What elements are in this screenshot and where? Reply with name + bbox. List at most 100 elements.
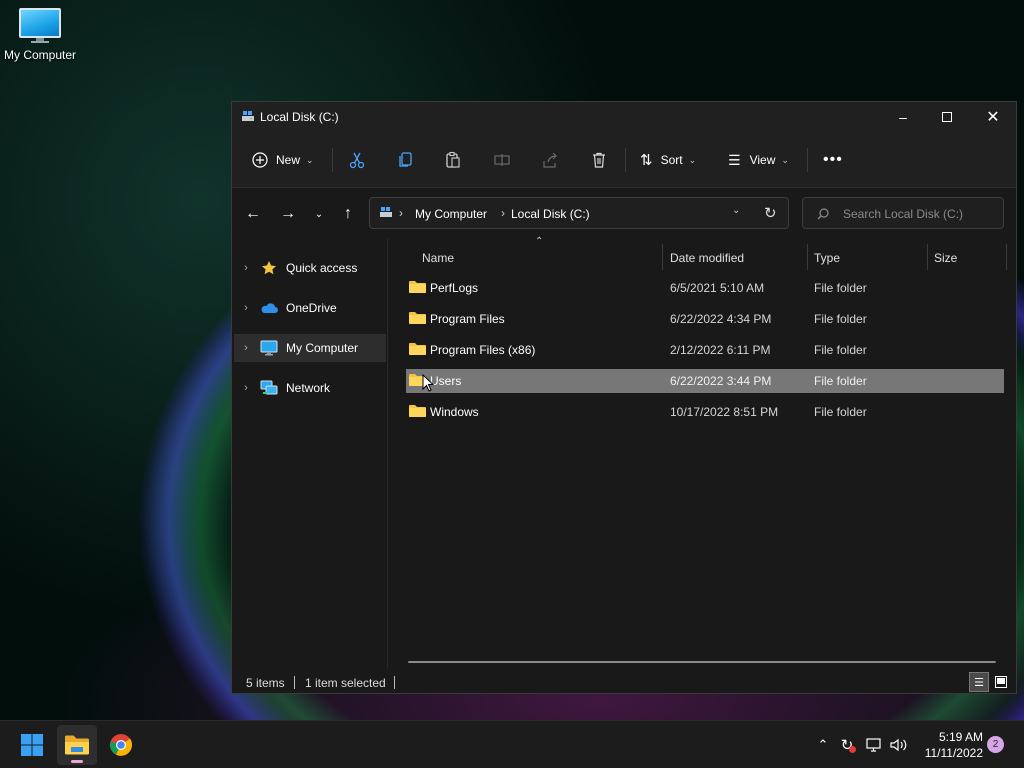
network-status-button[interactable] bbox=[864, 735, 884, 755]
start-button[interactable] bbox=[12, 725, 52, 765]
column-header-date-modified[interactable]: Date modified bbox=[670, 246, 744, 270]
title-bar[interactable]: Local Disk (C:) – ✕ bbox=[232, 102, 1016, 132]
file-name: Program Files (x86) bbox=[430, 343, 536, 357]
address-dropdown-chevron-icon[interactable]: ⌄ bbox=[732, 205, 740, 216]
paste-button[interactable] bbox=[444, 146, 462, 174]
column-header-name[interactable]: Name bbox=[422, 246, 454, 270]
search-icon bbox=[817, 208, 829, 220]
new-label: New bbox=[276, 153, 301, 167]
status-divider bbox=[294, 676, 295, 689]
address-bar[interactable]: › My Computer › Local Disk (C:) ⌄ ↻ bbox=[369, 197, 789, 229]
table-row-selected[interactable]: Users 6/22/2022 3:44 PM File folder bbox=[406, 369, 1004, 393]
clock[interactable]: 5:19 AM 11/11/2022 bbox=[915, 729, 983, 761]
maximize-button[interactable] bbox=[924, 102, 970, 132]
sidebar-item-quick-access[interactable]: › Quick access bbox=[234, 254, 386, 282]
desktop-icon-my-computer[interactable]: My Computer bbox=[2, 8, 78, 78]
breadcrumb-my-computer[interactable]: My Computer bbox=[415, 207, 487, 221]
chevron-down-icon: ⌄ bbox=[781, 154, 789, 165]
copy-button[interactable] bbox=[397, 146, 415, 174]
chevron-down-icon: ⌄ bbox=[314, 208, 324, 220]
new-button[interactable]: New ⌄ bbox=[252, 146, 314, 174]
item-count: 5 items bbox=[246, 676, 285, 690]
status-divider bbox=[394, 676, 395, 689]
column-divider[interactable] bbox=[1006, 244, 1007, 270]
paste-icon bbox=[446, 151, 460, 168]
chevron-right-icon[interactable]: › bbox=[234, 302, 258, 314]
column-divider[interactable] bbox=[807, 244, 808, 270]
toolbar-divider bbox=[807, 148, 808, 172]
details-view-button[interactable]: ☰ bbox=[969, 672, 989, 692]
file-name: Windows bbox=[430, 405, 479, 419]
sync-status-button[interactable]: ↻ bbox=[837, 735, 857, 755]
folder-icon bbox=[409, 405, 426, 417]
chevron-down-icon: ⌄ bbox=[306, 154, 314, 165]
column-header-size[interactable]: Size bbox=[934, 246, 957, 270]
view-list-icon: ☰ bbox=[728, 151, 741, 168]
breadcrumb-separator: › bbox=[399, 206, 403, 220]
folder-icon bbox=[409, 281, 426, 293]
arrow-up-icon: ↑ bbox=[344, 205, 352, 222]
breadcrumb-separator: › bbox=[501, 206, 505, 220]
more-options-button[interactable]: ••• bbox=[823, 146, 843, 174]
desktop-icon-label: My Computer bbox=[3, 48, 77, 62]
sidebar-item-network[interactable]: › Network bbox=[234, 374, 386, 402]
taskbar: ⌃ ↻ 5:19 AM 11/11/2022 2 bbox=[0, 720, 1024, 768]
table-row[interactable]: Program Files 6/22/2022 4:34 PM File fol… bbox=[406, 307, 1004, 331]
column-divider[interactable] bbox=[662, 244, 663, 270]
volume-button[interactable] bbox=[889, 735, 909, 755]
sidebar-item-label: Network bbox=[286, 381, 331, 395]
chevron-down-icon: ⌄ bbox=[688, 154, 697, 165]
start-icon bbox=[21, 734, 43, 756]
large-icons-view-button[interactable] bbox=[991, 672, 1011, 692]
sort-button[interactable]: ⇅ Sort ⌄ bbox=[640, 146, 696, 174]
horizontal-scrollbar[interactable] bbox=[408, 661, 996, 663]
rename-button[interactable] bbox=[493, 146, 511, 174]
sidebar-item-onedrive[interactable]: › OneDrive bbox=[234, 294, 386, 322]
sidebar-item-my-computer[interactable]: › My Computer bbox=[234, 334, 386, 362]
chevron-right-icon[interactable]: › bbox=[234, 342, 258, 354]
forward-button[interactable]: → bbox=[276, 202, 300, 226]
breadcrumb-local-disk[interactable]: Local Disk (C:) bbox=[511, 207, 590, 221]
drive-icon bbox=[380, 207, 392, 217]
table-row[interactable]: Windows 10/17/2022 8:51 PM File folder bbox=[406, 400, 1004, 424]
refresh-icon[interactable]: ↻ bbox=[764, 204, 777, 222]
monitor-icon bbox=[258, 340, 280, 356]
view-button[interactable]: ☰ View ⌄ bbox=[728, 146, 789, 174]
column-divider[interactable] bbox=[927, 244, 928, 270]
file-date-modified: 6/5/2021 5:10 AM bbox=[670, 281, 765, 295]
file-name: Users bbox=[430, 374, 462, 388]
large-icons-view-icon bbox=[995, 676, 1007, 688]
file-explorer-window: Local Disk (C:) – ✕ New ⌄ ⇅ Sort ⌄ ☰ Vie… bbox=[231, 101, 1017, 694]
up-button[interactable]: ↑ bbox=[336, 202, 360, 226]
monitor-icon bbox=[19, 8, 61, 43]
minimize-icon: – bbox=[899, 109, 907, 125]
column-header-type[interactable]: Type bbox=[814, 246, 840, 270]
cut-icon bbox=[349, 152, 365, 169]
minimize-button[interactable]: – bbox=[880, 102, 926, 132]
file-date-modified: 2/12/2022 6:11 PM bbox=[670, 343, 771, 357]
search-placeholder: Search Local Disk (C:) bbox=[843, 207, 964, 221]
delete-icon bbox=[593, 152, 605, 168]
table-row[interactable]: PerfLogs 6/5/2021 5:10 AM File folder bbox=[406, 276, 1004, 300]
chrome-taskbar-button[interactable] bbox=[101, 725, 141, 765]
clock-date: 11/11/2022 bbox=[924, 746, 983, 760]
file-explorer-taskbar-button[interactable] bbox=[57, 725, 97, 765]
file-explorer-icon bbox=[65, 735, 89, 755]
back-button[interactable]: ← bbox=[241, 202, 265, 226]
recent-locations-button[interactable]: ⌄ bbox=[307, 202, 331, 226]
notification-badge[interactable]: 2 bbox=[987, 736, 1004, 753]
folder-icon bbox=[409, 312, 426, 324]
plus-circle-icon bbox=[252, 152, 268, 168]
delete-button[interactable] bbox=[590, 146, 608, 174]
close-button[interactable]: ✕ bbox=[970, 102, 1016, 132]
chevron-right-icon[interactable]: › bbox=[234, 382, 258, 394]
share-button[interactable] bbox=[541, 146, 559, 174]
file-date-modified: 10/17/2022 8:51 PM bbox=[670, 405, 779, 419]
drive-icon bbox=[242, 111, 254, 121]
toolbar-divider bbox=[625, 148, 626, 172]
show-hidden-icons-button[interactable]: ⌃ bbox=[813, 735, 833, 755]
table-row[interactable]: Program Files (x86) 2/12/2022 6:11 PM Fi… bbox=[406, 338, 1004, 362]
cut-button[interactable] bbox=[348, 146, 366, 174]
chevron-right-icon[interactable]: › bbox=[234, 262, 258, 274]
search-box[interactable]: Search Local Disk (C:) bbox=[802, 197, 1004, 229]
